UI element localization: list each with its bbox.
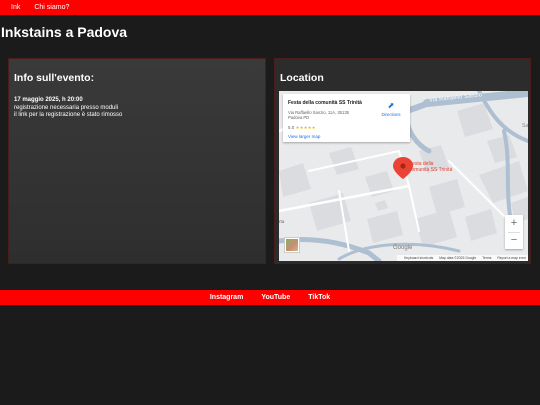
nav-link-ink[interactable]: Ink [11,4,20,11]
embedded-map[interactable]: Via Raffaello Sanzio Sa rta Festa della … [279,91,528,261]
event-link-note: il link per la registrazione è stato rim… [14,112,123,118]
event-info-card: Info sull'evento: 17 maggio 2025, h 20:0… [8,58,266,264]
top-nav: Ink Chi siamo? [0,0,540,15]
footer-link-instagram[interactable]: Instagram [210,294,243,301]
place-address-line2: Padova PD [288,115,310,120]
map-place-card: Festa della comunità SS Trinità Via Raff… [283,94,410,142]
report-map-error-link[interactable]: Report a map error [497,256,526,260]
directions-icon: ⬈ [387,101,395,110]
map-street-fragment-left: rta [279,219,285,224]
directions-button[interactable]: ⬈ Directions [377,101,405,117]
map-pin-label-line2: comunità SS Trinità [409,166,453,173]
zoom-out-button[interactable]: − [505,232,523,249]
map-zoom-controls: + − [505,215,523,249]
map-pin-label: Festa della comunità SS Trinità [409,161,469,173]
place-address: Via Raffaello Sanzio, 11A, 35135 Padova … [288,110,368,120]
footer: Instagram YouTube TikTok [0,290,540,305]
event-registration-note: registrazione necessaria presso moduli [14,104,119,111]
map-attribution-bar: Keyboard shortcuts Map data ©2025 Google… [397,255,528,261]
place-rating: 5.0 ★★★★★ [288,125,316,131]
event-date: 17 maggio 2025, h 20:00 [14,97,83,103]
map-data-attribution: Map data ©2025 Google [439,256,477,260]
street-view-icon [286,239,298,251]
zoom-divider [508,232,520,233]
location-card: Location Via Raffaello Sanzio Sa rta Fes… [274,58,531,264]
map-street-fragment-right: Sa [522,123,528,129]
star-icon: ★★★★★ [295,125,316,130]
place-rating-value: 5.0 [288,125,295,130]
terms-link[interactable]: Terms [482,256,491,260]
view-larger-map-link[interactable]: View larger map [288,134,320,139]
google-logo: Google [393,245,413,251]
event-info-heading: Info sull'evento: [14,72,95,84]
nav-link-about[interactable]: Chi siamo? [34,4,69,11]
event-details: 17 maggio 2025, h 20:00 registrazione ne… [14,97,122,120]
footer-link-tiktok[interactable]: TikTok [308,294,330,301]
page-title: Inkstains a Padova [1,24,128,40]
directions-label: Directions [381,112,401,117]
footer-link-youtube[interactable]: YouTube [261,294,290,301]
street-view-thumbnail[interactable] [284,237,300,253]
place-name: Festa della comunità SS Trinità [288,100,362,106]
keyboard-shortcuts-link[interactable]: Keyboard shortcuts [404,256,433,260]
zoom-in-button[interactable]: + [505,215,523,232]
location-heading: Location [280,72,324,84]
